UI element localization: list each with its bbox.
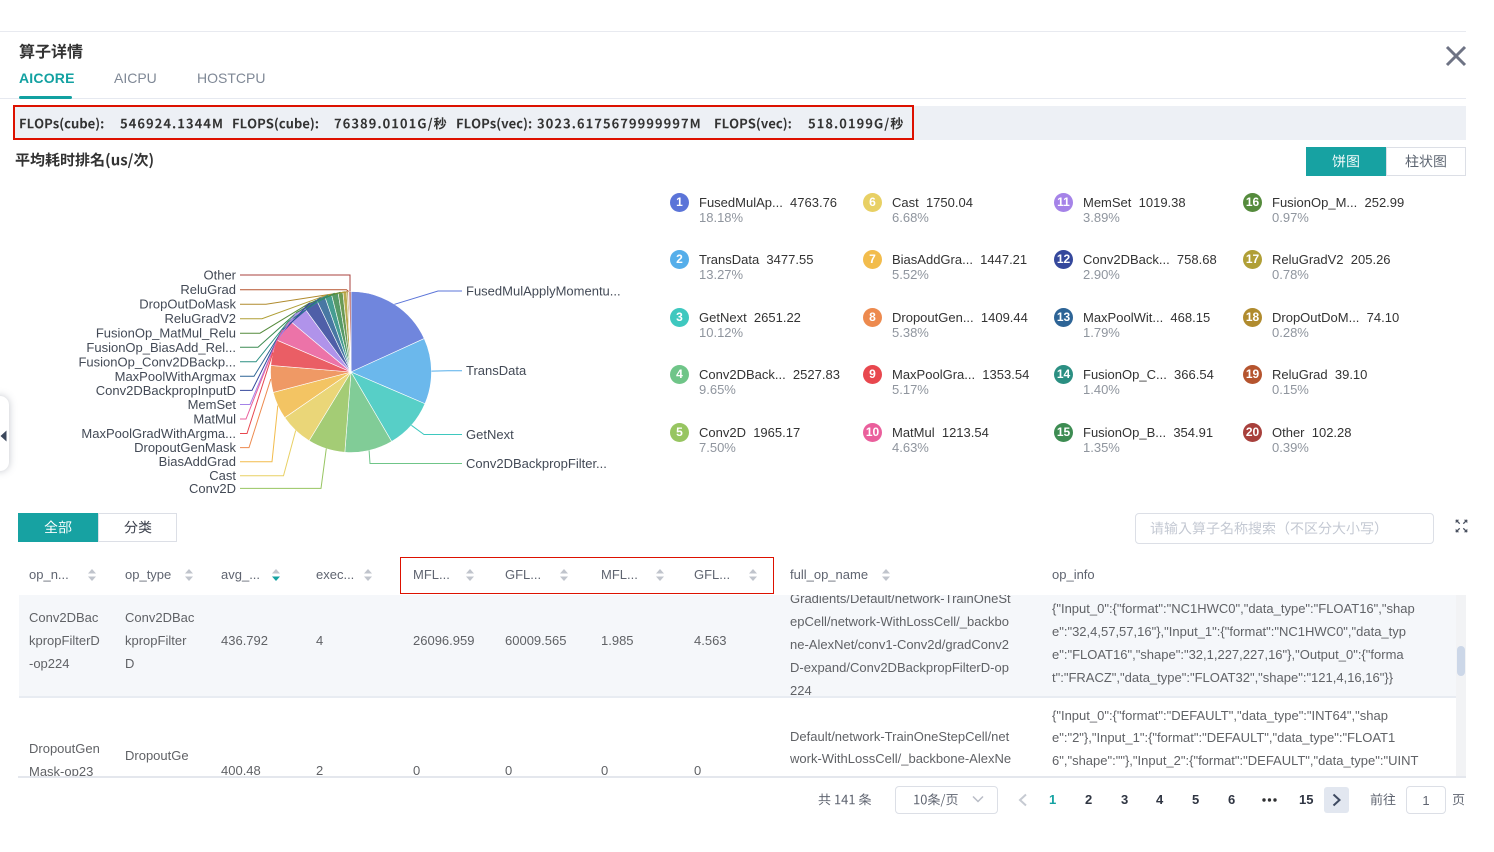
svg-text:DropOutDoMask: DropOutDoMask [139,297,236,312]
svg-text:DropoutGenMask: DropoutGenMask [134,440,236,455]
svg-text:FusedMulApplyMomentu...: FusedMulApplyMomentu... [466,284,621,299]
svg-text:FusionOp_BiasAdd_Rel...: FusionOp_BiasAdd_Rel... [86,340,236,355]
svg-text:MaxPoolWithArgmax: MaxPoolWithArgmax [115,369,237,384]
svg-text:Conv2DBackpropInputD: Conv2DBackpropInputD [96,383,236,398]
svg-text:ReluGrad: ReluGrad [180,282,236,297]
svg-text:Conv2DBackpropFilter...: Conv2DBackpropFilter... [466,456,607,471]
svg-text:FusionOp_Conv2DBackp...: FusionOp_Conv2DBackp... [78,354,236,369]
svg-text:FusionOp_MatMul_Relu: FusionOp_MatMul_Relu [96,326,236,341]
svg-text:MatMul: MatMul [193,412,236,427]
svg-text:BiasAddGrad: BiasAddGrad [159,454,236,469]
svg-text:Other: Other [203,268,236,283]
svg-text:Conv2D: Conv2D [189,481,236,496]
svg-text:TransData: TransData [466,363,527,378]
svg-text:MemSet: MemSet [188,397,237,412]
svg-text:ReluGradV2: ReluGradV2 [164,311,236,326]
svg-text:GetNext: GetNext [466,427,514,442]
svg-text:MaxPoolGradWithArgma...: MaxPoolGradWithArgma... [81,426,236,441]
